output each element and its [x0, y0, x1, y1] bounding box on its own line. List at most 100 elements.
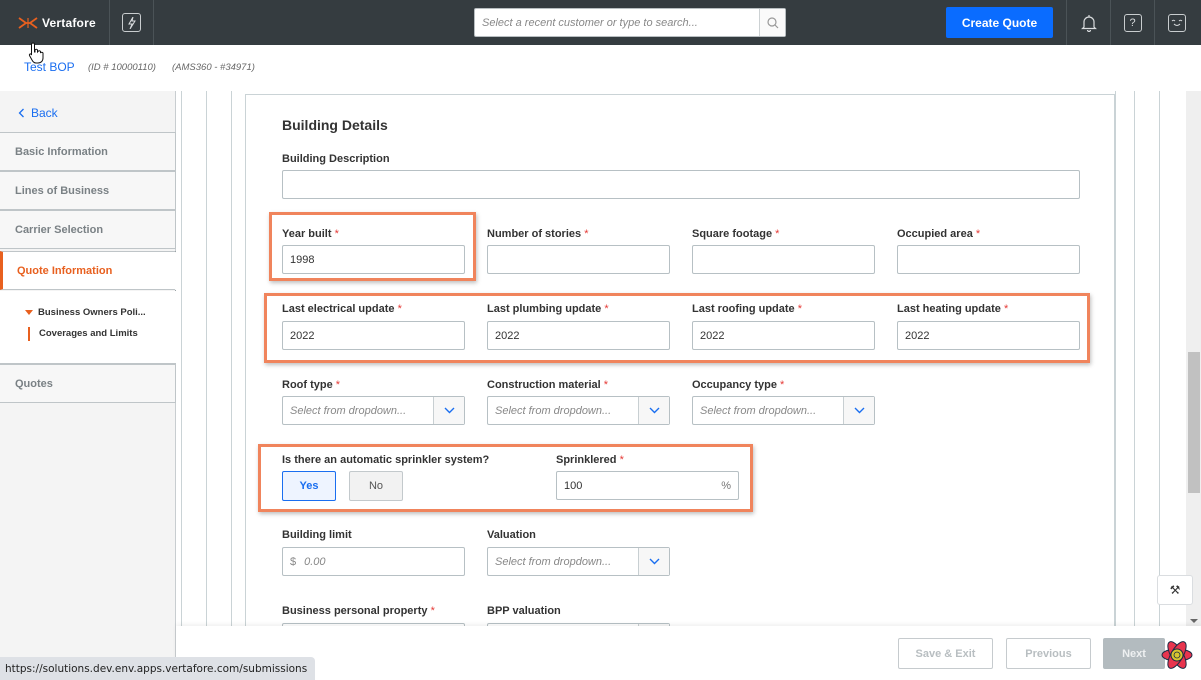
- back-label: Back: [31, 106, 58, 120]
- year-built-field[interactable]: 1998: [282, 245, 465, 274]
- tools-button[interactable]: ⚒: [1157, 575, 1193, 605]
- panel-border: [1134, 91, 1135, 626]
- valuation-placeholder: Select from dropdown...: [495, 555, 612, 568]
- construction-material-label: Construction material *: [487, 379, 609, 391]
- chevron-down-icon[interactable]: [843, 397, 874, 424]
- quick-actions-button[interactable]: [110, 0, 154, 45]
- sidebar-item-label: Lines of Business: [15, 184, 110, 197]
- percent-suffix: %: [721, 479, 731, 492]
- sidebar-item-label: Carrier Selection: [15, 223, 104, 236]
- status-bar-url: https://solutions.dev.env.apps.vertafore…: [0, 657, 316, 680]
- sprinkler-yes-button[interactable]: Yes: [282, 471, 336, 501]
- sprinklered-field[interactable]: 100 %: [556, 471, 739, 500]
- sidebar-item-label: Basic Information: [15, 145, 108, 158]
- chevron-down-icon[interactable]: [638, 548, 669, 575]
- search-icon: [766, 16, 778, 28]
- submission-header: Test BOP (ID # 10000110) (AMS360 - #3497…: [0, 45, 1201, 91]
- subnav-coverages-and-limits[interactable]: Coverages and Limits: [28, 327, 138, 341]
- notifications-button[interactable]: [1066, 0, 1110, 45]
- back-link[interactable]: Back: [18, 106, 58, 120]
- year-built-label: Year built *: [282, 228, 339, 240]
- last-plumbing-update-field[interactable]: 2022: [487, 321, 670, 350]
- last-roofing-update-field[interactable]: 2022: [692, 321, 875, 350]
- roof-type-label: Roof type *: [282, 379, 341, 391]
- last-plumbing-update-label: Last plumbing update *: [487, 303, 609, 315]
- caret-down-icon: [25, 309, 33, 315]
- building-description-label: Building Description: [282, 153, 390, 165]
- sidebar-item-label: Quote Information: [17, 264, 113, 277]
- panel-border: [181, 91, 182, 626]
- occupancy-type-label: Occupancy type *: [692, 379, 785, 391]
- business-personal-property-label: Business personal property *: [282, 605, 435, 617]
- ams-reference: (AMS360 - #34971): [172, 62, 255, 73]
- valuation-label: Valuation: [487, 529, 536, 541]
- sprinkler-question-label: Is there an automatic sprinkler system?: [282, 454, 490, 466]
- smiley-icon: [1167, 13, 1186, 32]
- hammer-wrench-icon: ⚒: [1169, 583, 1181, 597]
- roof-type-placeholder: Select from dropdown...: [290, 404, 407, 417]
- sprinklered-value: 100: [564, 479, 583, 492]
- last-electrical-update-field[interactable]: 2022: [282, 321, 465, 350]
- roof-type-dropdown[interactable]: Select from dropdown...: [282, 396, 465, 425]
- sidebar-item-quotes[interactable]: Quotes: [0, 364, 176, 403]
- building-description-field[interactable]: [282, 170, 1080, 199]
- footer-bar: Save & Exit Previous Next: [176, 626, 1201, 680]
- number-of-stories-field[interactable]: [487, 245, 670, 274]
- create-quote-button[interactable]: Create Quote: [946, 7, 1053, 38]
- main-scrollbar[interactable]: [1186, 91, 1201, 626]
- last-heating-update-field[interactable]: 2022: [897, 321, 1080, 350]
- top-bar: Vertafore Create Quote ?: [0, 0, 1201, 45]
- search-button[interactable]: [759, 9, 785, 36]
- sidebar-item-carrier-selection[interactable]: Carrier Selection: [0, 210, 176, 249]
- construction-material-dropdown[interactable]: Select from dropdown...: [487, 396, 670, 425]
- occupancy-type-placeholder: Select from dropdown...: [700, 404, 817, 417]
- building-limit-field[interactable]: $ 0.00: [282, 547, 465, 576]
- currency-prefix: $: [290, 555, 297, 568]
- number-of-stories-label: Number of stories *: [487, 228, 589, 240]
- occupied-area-label: Occupied area *: [897, 228, 981, 240]
- bpp-valuation-label: BPP valuation: [487, 605, 561, 617]
- sidebar-item-quote-information[interactable]: Quote Information: [0, 251, 188, 291]
- occupancy-type-dropdown[interactable]: Select from dropdown...: [692, 396, 875, 425]
- sprinklered-label: Sprinklered *: [556, 454, 624, 466]
- customer-search: [474, 8, 786, 37]
- bell-icon: [1080, 14, 1097, 32]
- chevron-left-icon: [18, 108, 24, 118]
- occupied-area-field[interactable]: [897, 245, 1080, 274]
- last-roofing-update-label: Last roofing update *: [692, 303, 803, 315]
- lightning-icon: [122, 13, 141, 32]
- next-button[interactable]: Next: [1103, 638, 1165, 669]
- scroll-down-arrow-icon[interactable]: [1190, 619, 1198, 623]
- hand-cursor-icon: [28, 42, 44, 64]
- panel-border: [1115, 91, 1116, 626]
- square-footage-field[interactable]: [692, 245, 875, 274]
- chevron-down-icon[interactable]: [433, 397, 464, 424]
- vertafore-logo[interactable]: Vertafore: [0, 0, 110, 45]
- main-content: Building Details Building Description Ye…: [176, 91, 1186, 626]
- previous-button[interactable]: Previous: [1006, 638, 1091, 669]
- sidebar-item-basic-information[interactable]: Basic Information: [0, 132, 176, 171]
- last-heating-update-label: Last heating update *: [897, 303, 1009, 315]
- sidebar-item-lines-of-business[interactable]: Lines of Business: [0, 171, 176, 210]
- help-icon: ?: [1123, 13, 1142, 32]
- brand-name: Vertafore: [42, 15, 96, 30]
- scrollbar-thumb[interactable]: [1188, 352, 1200, 493]
- building-limit-label: Building limit: [282, 529, 352, 541]
- search-input[interactable]: [475, 9, 759, 36]
- building-limit-placeholder: 0.00: [304, 555, 326, 568]
- building-details-card: Building Details Building Description Ye…: [245, 94, 1115, 626]
- sprinkler-no-button[interactable]: No: [349, 471, 403, 501]
- subnav-business-owners-policy[interactable]: Business Owners Poli...: [25, 307, 146, 318]
- react-devtools-icon[interactable]: [1160, 638, 1194, 672]
- construction-material-placeholder: Select from dropdown...: [495, 404, 612, 417]
- feedback-button[interactable]: [1154, 0, 1198, 45]
- sidebar-item-label: Quotes: [15, 377, 53, 390]
- subnav-label: Business Owners Poli...: [38, 307, 146, 318]
- last-electrical-update-label: Last electrical update *: [282, 303, 402, 315]
- vertafore-logo-icon: [18, 16, 38, 29]
- save-exit-button[interactable]: Save & Exit: [898, 638, 993, 669]
- chevron-down-icon[interactable]: [638, 397, 669, 424]
- valuation-dropdown[interactable]: Select from dropdown...: [487, 547, 670, 576]
- panel-border: [1159, 91, 1160, 626]
- help-button[interactable]: ?: [1110, 0, 1154, 45]
